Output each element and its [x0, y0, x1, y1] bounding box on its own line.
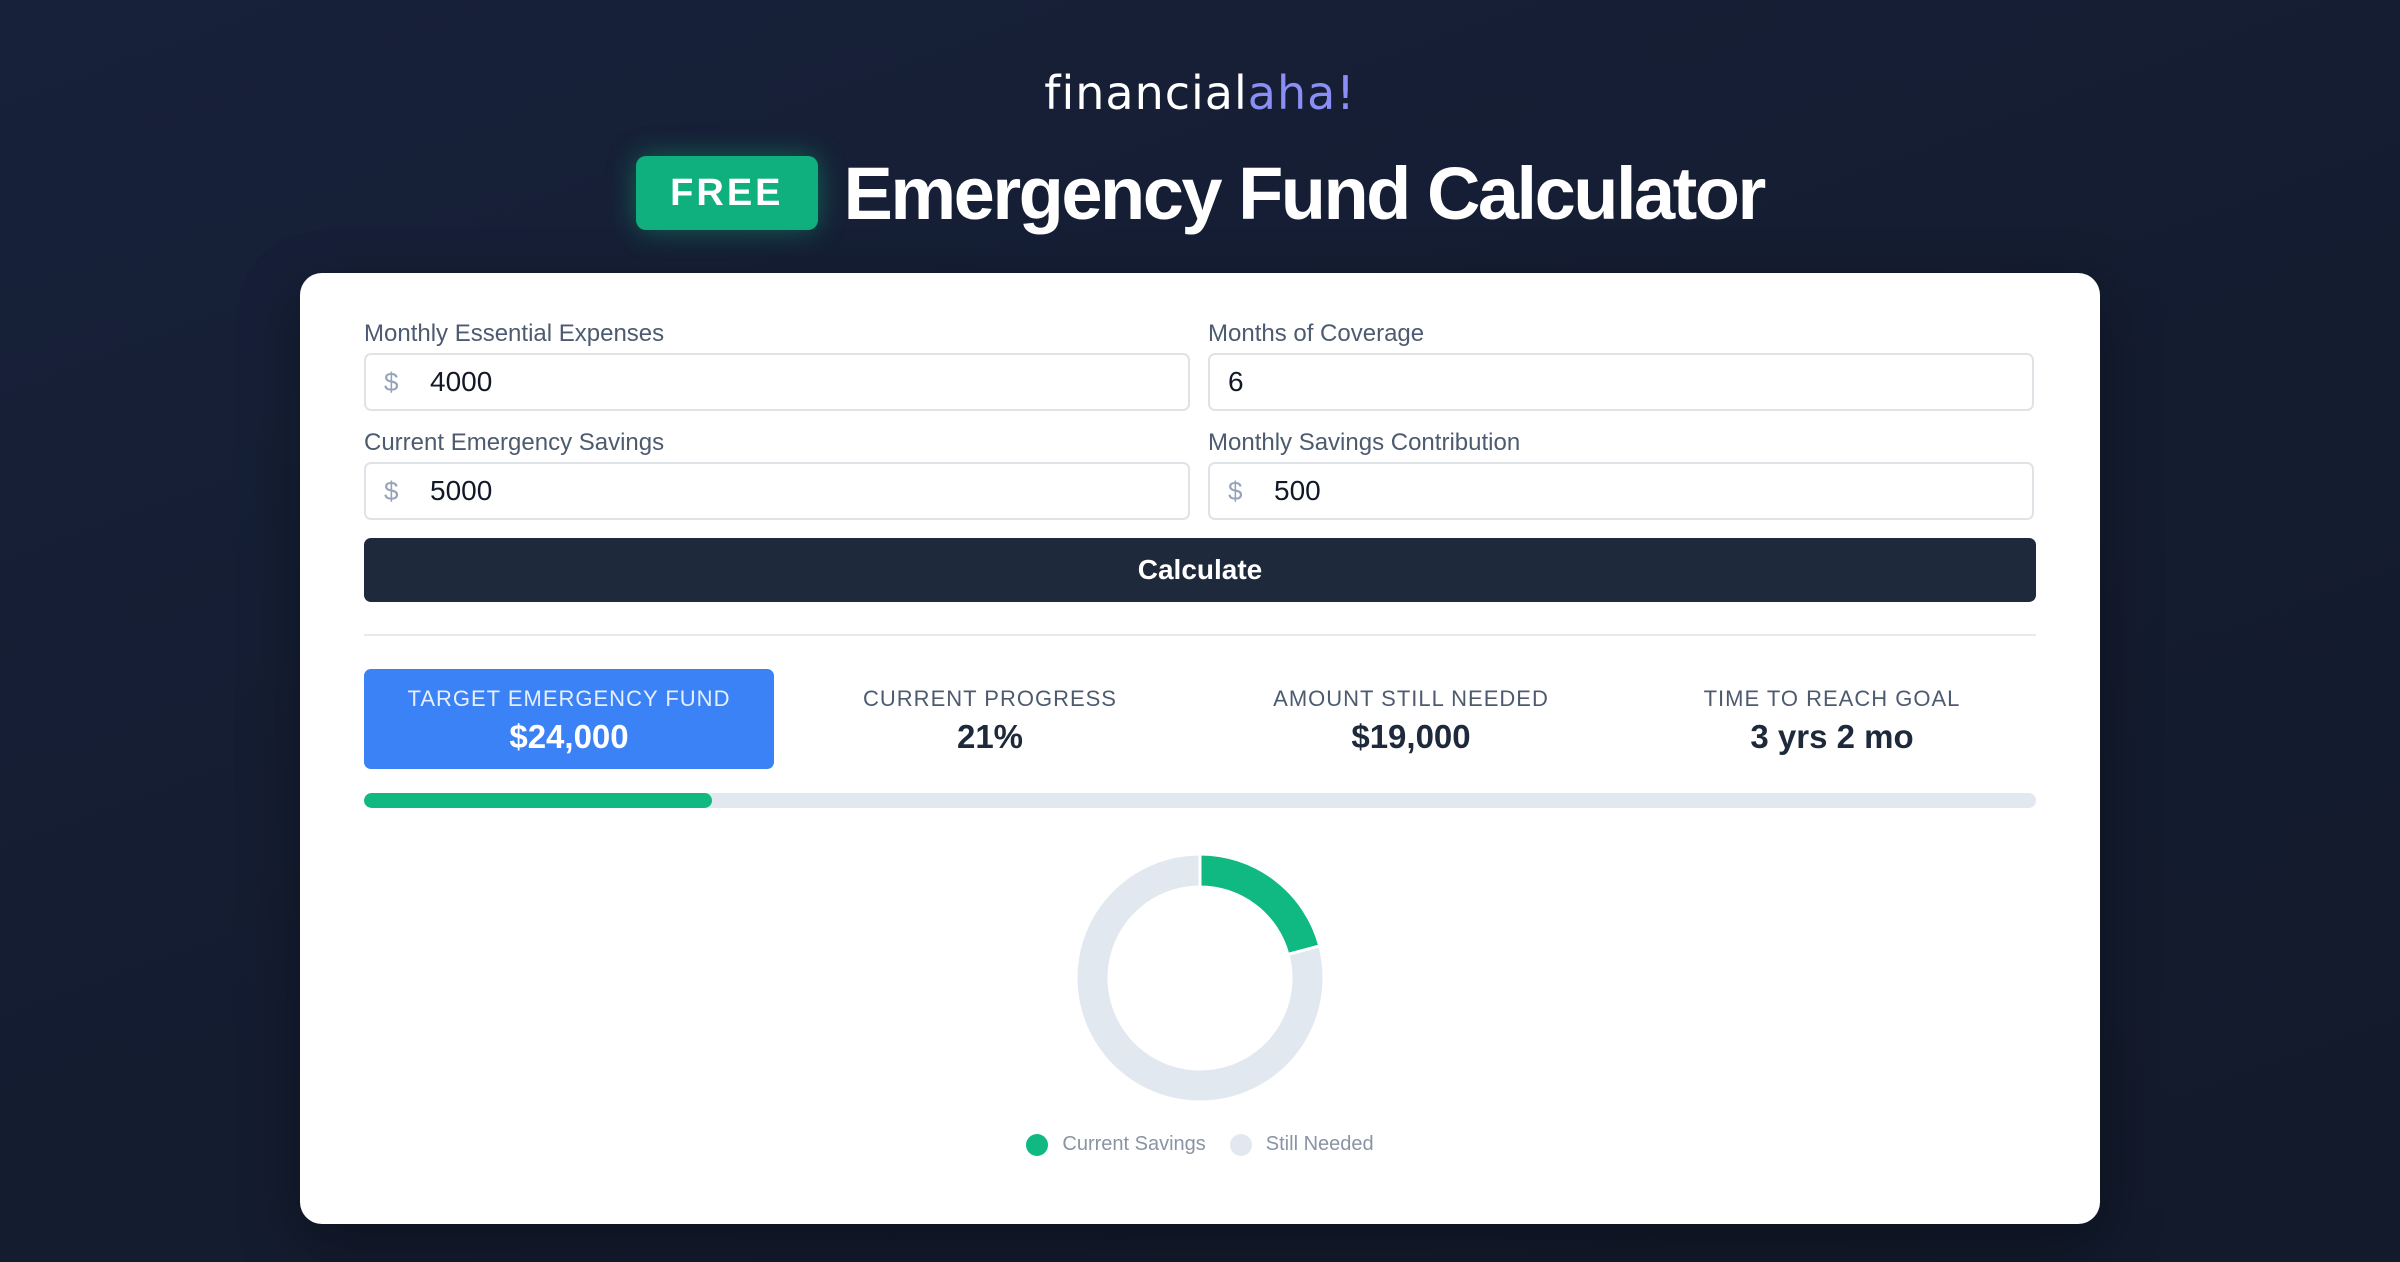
- monthly-contribution-label: Monthly Savings Contribution: [1208, 429, 1521, 456]
- dollar-prefix: $: [384, 475, 399, 506]
- stat-value: $19,000: [1351, 718, 1471, 755]
- stat-label: AMOUNT STILL NEEDED: [1273, 686, 1549, 711]
- monthly-contribution-value: 500: [1274, 475, 1321, 506]
- legend-item-still-needed[interactable]: Still Needed: [1229, 1133, 1374, 1156]
- current-progress-stat: CURRENT PROGRESS 21%: [785, 669, 1195, 769]
- stat-label: TARGET EMERGENCY FUND: [407, 686, 731, 711]
- calculator-card: Monthly Essential Expenses $ 4000 Months…: [300, 273, 2100, 1224]
- stat-value: 21%: [956, 718, 1024, 755]
- current-savings-value: 5000: [430, 475, 493, 506]
- page-title: Emergency Fund Calculator: [843, 151, 1767, 235]
- monthly-expenses-value: 4000: [430, 366, 493, 397]
- current-savings-label: Current Emergency Savings: [364, 429, 665, 456]
- current-savings-input[interactable]: $ 5000: [364, 462, 1190, 520]
- legend-label: Still Needed: [1265, 1133, 1374, 1155]
- stat-label: TIME TO REACH GOAL: [1703, 686, 1961, 711]
- target-fund-stat: TARGET EMERGENCY FUND $24,000: [364, 669, 774, 769]
- brand-accent: aha!: [1247, 66, 1356, 120]
- stat-value: 3 yrs 2 mo: [1750, 718, 1914, 755]
- brand-name: financial: [1044, 66, 1248, 120]
- chart-legend: Current Savings Still Needed: [300, 1133, 2100, 1156]
- legend-swatch: [1026, 1133, 1049, 1156]
- legend-label: Current Savings: [1062, 1133, 1206, 1155]
- time-to-goal-stat: TIME TO REACH GOAL 3 yrs 2 mo: [1627, 669, 2037, 769]
- monthly-expenses-label: Monthly Essential Expenses: [364, 320, 665, 347]
- monthly-contribution-input[interactable]: $ 500: [1208, 462, 2034, 520]
- progress-bar: [364, 793, 2036, 808]
- legend-swatch: [1229, 1133, 1252, 1156]
- months-coverage-label: Months of Coverage: [1208, 320, 1425, 347]
- calculate-button[interactable]: Calculate: [364, 538, 2036, 602]
- months-coverage-value: 6: [1228, 366, 1244, 397]
- stat-value: $24,000: [509, 718, 629, 755]
- donut-slice-current-savings[interactable]: [1198, 852, 1322, 957]
- savings-donut-chart: [1074, 852, 1326, 1104]
- brand-logo: financialaha!: [0, 66, 2400, 120]
- dollar-prefix: $: [1228, 475, 1243, 506]
- page-header: FREE Emergency Fund Calculator: [0, 150, 2400, 236]
- dollar-prefix: $: [384, 366, 399, 397]
- stat-label: CURRENT PROGRESS: [863, 686, 1117, 711]
- monthly-expenses-input[interactable]: $ 4000: [364, 353, 1190, 411]
- progress-fill: [364, 793, 713, 808]
- legend-item-current-savings[interactable]: Current Savings: [1026, 1133, 1206, 1156]
- free-badge: FREE: [636, 156, 818, 230]
- divider: [364, 634, 2036, 636]
- months-coverage-input[interactable]: 6: [1208, 353, 2034, 411]
- amount-needed-stat: AMOUNT STILL NEEDED $19,000: [1206, 669, 1616, 769]
